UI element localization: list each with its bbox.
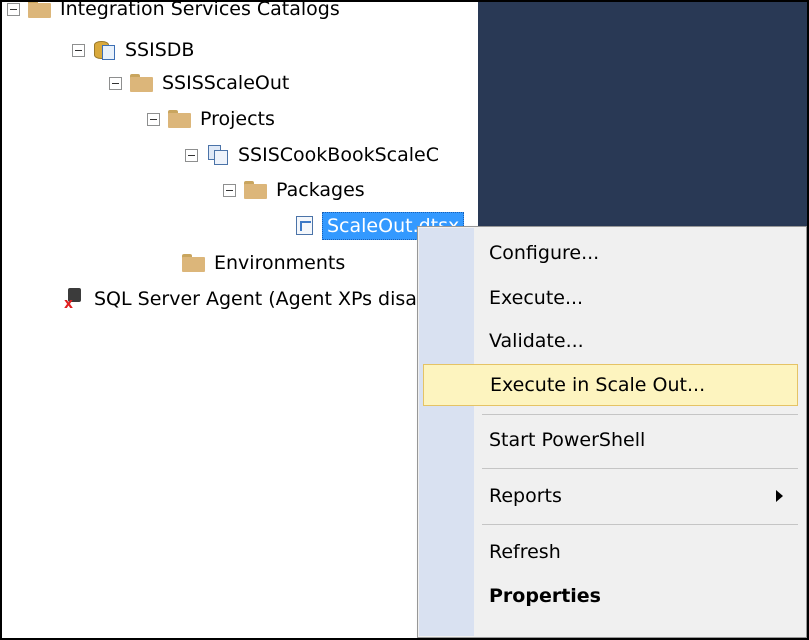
collapse-icon[interactable] [72, 43, 85, 57]
tree-node-label: Integration Services Catalogs [60, 2, 340, 20]
menu-item-execute-in-scale-out[interactable]: Execute in Scale Out... [423, 364, 798, 406]
tree-node-label: Packages [276, 179, 365, 201]
menu-item-configure[interactable]: Configure... [475, 232, 805, 274]
tree-node-label: Projects [200, 108, 275, 130]
collapse-icon[interactable] [7, 2, 20, 16]
tree-node-projects[interactable]: Projects [147, 105, 275, 133]
tree-node-integration-services-catalogs[interactable]: Integration Services Catalogs [7, 2, 340, 23]
tree-node-project[interactable]: SSISCookBookScaleC [185, 141, 439, 169]
tree-node-ssisscaleout[interactable]: SSISScaleOut [109, 69, 289, 97]
tree-node-label: SSISScaleOut [162, 72, 290, 94]
package-icon [294, 215, 316, 237]
tree-node-ssisdb[interactable]: SSISDB [72, 36, 194, 64]
folder-icon [130, 74, 153, 92]
collapse-icon[interactable] [147, 112, 160, 126]
folder-icon [244, 181, 267, 199]
folder-icon [28, 2, 51, 18]
menu-item-refresh[interactable]: Refresh [475, 531, 805, 573]
tree-node-label: Environments [214, 252, 346, 274]
menu-item-properties[interactable]: Properties [475, 575, 805, 617]
tree-node-label: SQL Server Agent (Agent XPs disabled) [94, 288, 466, 310]
collapse-icon[interactable] [109, 76, 122, 90]
database-icon [93, 38, 117, 62]
folder-icon [168, 110, 191, 128]
menu-item-validate[interactable]: Validate... [475, 320, 805, 362]
menu-item-start-powershell[interactable]: Start PowerShell [475, 419, 805, 461]
menu-separator [482, 468, 798, 469]
menu-separator [482, 524, 798, 525]
sql-agent-disabled-icon: x [64, 287, 86, 311]
context-menu-icon-gutter [419, 228, 474, 636]
tree-node-packages[interactable]: Packages [223, 176, 365, 204]
menu-separator [482, 414, 798, 415]
tree-node-label: SSISCookBookScaleC [238, 144, 439, 166]
folder-icon [182, 254, 205, 272]
submenu-arrow-icon [776, 490, 783, 502]
collapse-icon[interactable] [223, 183, 236, 197]
tree-node-environments[interactable]: Environments [182, 249, 345, 277]
context-menu: Configure... Execute... Validate... Exec… [417, 226, 807, 638]
tree-node-sql-server-agent[interactable]: x SQL Server Agent (Agent XPs disabled) [64, 285, 465, 313]
menu-item-reports[interactable]: Reports [475, 475, 805, 517]
object-explorer-window: Integration Services Catalogs SSISDB SSI… [0, 0, 809, 640]
project-icon [206, 143, 230, 167]
menu-item-execute[interactable]: Execute... [475, 277, 805, 319]
object-explorer-tree: Integration Services Catalogs SSISDB SSI… [2, 2, 478, 638]
collapse-icon[interactable] [185, 148, 198, 162]
tree-node-label: SSISDB [125, 39, 195, 61]
